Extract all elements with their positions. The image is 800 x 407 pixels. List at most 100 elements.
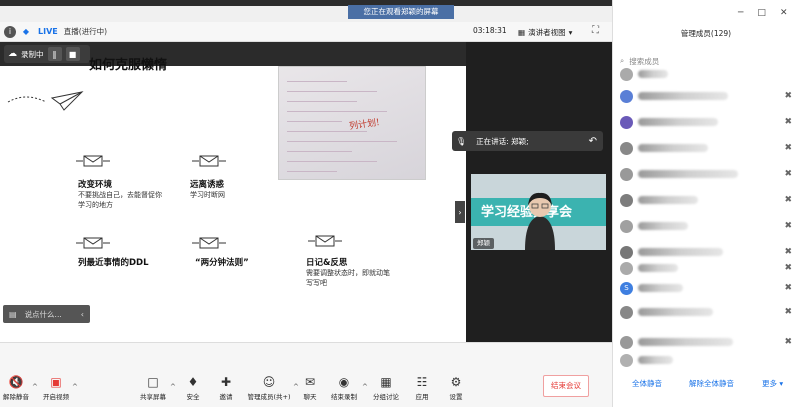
tip-detail: 需要调整状态时，即就动笔写写吧 xyxy=(306,269,390,287)
avatar xyxy=(620,115,633,129)
toolbar-label: 结束录制 xyxy=(331,393,357,401)
avatar xyxy=(620,141,633,155)
participant-row[interactable]: ✖ xyxy=(620,192,792,208)
mic-muted-icon[interactable]: ✖ xyxy=(784,91,792,101)
meeting-timer: 03:18:31 xyxy=(473,26,507,35)
mic-muted-icon[interactable]: ✖ xyxy=(784,263,792,273)
envelope-icon xyxy=(76,155,110,167)
active-speaker-bar: 🎙 正在讲话: 郑颖; ↶ xyxy=(452,131,603,151)
invite-button[interactable]: ✚ 邀请 xyxy=(206,375,246,401)
stop-recording-toolbar-button[interactable]: ◉ 结束录制 xyxy=(324,375,364,401)
participant-row[interactable] xyxy=(620,352,792,368)
paper-plane-icon xyxy=(7,91,84,111)
participants-title: 管理成员(129) xyxy=(680,29,732,38)
mute-all-button[interactable]: 全体静音 xyxy=(632,378,662,389)
start-video-button[interactable]: ▣ 开启视频 xyxy=(36,375,76,401)
participant-row[interactable]: ✖ xyxy=(620,218,792,234)
return-arrow-icon[interactable]: ↶ xyxy=(589,136,597,147)
avatar xyxy=(620,335,633,349)
mic-muted-icon[interactable]: ✖ xyxy=(784,283,792,293)
chat-input[interactable]: ▤ 说点什么... ‹ xyxy=(3,305,90,323)
unmute-all-button[interactable]: 解除全体静音 xyxy=(689,378,734,389)
stop-recording-button[interactable]: ■ xyxy=(65,47,80,61)
toolbar-label: 应用 xyxy=(415,393,429,401)
participant-row[interactable]: ✖ xyxy=(620,304,792,320)
search-placeholder: 搜索成员 xyxy=(629,56,660,66)
info-icon[interactable]: i xyxy=(4,25,16,38)
view-mode-button[interactable]: ▦ 演讲者视图 ▾ xyxy=(518,25,572,39)
chat-bubble-icon: ▤ xyxy=(9,309,17,319)
mic-muted-icon[interactable]: ✖ xyxy=(784,247,792,257)
grid-icon: ▦ xyxy=(518,27,526,37)
blurred-name xyxy=(638,170,738,178)
blurred-name xyxy=(638,118,718,126)
mic-muted-icon[interactable]: ✖ xyxy=(784,169,792,179)
tip-heading: 列最近事情的DDL xyxy=(78,258,149,268)
notebook-note: 列计划! xyxy=(348,117,381,133)
settings-button[interactable]: ⚙ 设置 xyxy=(436,375,476,401)
blurred-name xyxy=(638,356,673,364)
unmute-button[interactable]: 🔇 解除静音 xyxy=(0,375,36,401)
blurred-name xyxy=(638,70,668,78)
mic-muted-icon[interactable]: ✖ xyxy=(784,221,792,231)
live-badge[interactable]: LIVE xyxy=(38,27,58,36)
pause-recording-button[interactable]: ‖ xyxy=(47,47,62,61)
end-meeting-button[interactable]: 结束会议 xyxy=(543,375,589,397)
chevron-left-icon[interactable]: ‹ xyxy=(81,310,84,319)
participant-row[interactable]: ✖ xyxy=(620,88,792,104)
tip-detail: 不要挑战自己，去能督促你学习的地方 xyxy=(78,191,162,209)
invite-icon: ✚ xyxy=(220,375,232,389)
participant-row[interactable]: ✖ xyxy=(620,260,792,276)
avatar xyxy=(620,193,633,207)
video-off-icon: ▣ xyxy=(50,375,62,389)
mic-muted-icon[interactable]: ✖ xyxy=(784,337,792,347)
chevron-up-icon[interactable]: ^ xyxy=(72,383,78,391)
mic-muted-icon[interactable]: ✖ xyxy=(784,117,792,127)
stop-record-icon: ◉ xyxy=(338,375,350,389)
share-screen-button[interactable]: □ 共享屏幕 xyxy=(133,375,173,401)
blurred-name xyxy=(638,222,688,230)
fullscreen-icon[interactable]: ⛶ xyxy=(592,25,599,36)
avatar xyxy=(620,261,633,275)
security-shield-icon[interactable]: ◆ xyxy=(20,26,32,38)
active-speaker-label: 正在讲话: 郑颖; xyxy=(476,136,529,146)
cloud-icon: ☁ xyxy=(8,49,17,59)
participant-row[interactable]: ✖ xyxy=(620,114,792,130)
collapse-video-button[interactable]: › xyxy=(455,201,465,223)
more-label: 更多 xyxy=(762,378,777,388)
mic-muted-icon[interactable]: ✖ xyxy=(784,307,792,317)
maximize-icon[interactable]: □ xyxy=(757,8,766,18)
mic-muted-icon[interactable]: ✖ xyxy=(784,143,792,153)
members-icon: ☺ xyxy=(262,375,276,389)
tip-change-environment: 改变环境 不要挑战自己，去能督促你学习的地方 xyxy=(78,178,168,210)
chevron-down-icon: ▾ xyxy=(568,27,573,37)
chat-placeholder: 说点什么... xyxy=(24,309,62,319)
minimize-icon[interactable]: ─ xyxy=(738,8,743,18)
blurred-name xyxy=(638,338,733,346)
envelope-icon xyxy=(76,237,110,249)
window-controls: ─ □ ✕ xyxy=(738,8,787,18)
toolbar-label: 设置 xyxy=(449,393,463,401)
speaker-name-tag: 郑颖 xyxy=(473,238,494,249)
blurred-name xyxy=(638,196,698,204)
speaker-video-tile[interactable]: 学习经验分享会 郑颖 xyxy=(471,174,606,250)
toolbar-label: 开启视频 xyxy=(43,393,69,401)
more-button[interactable]: 更多 ▾ xyxy=(762,378,783,389)
speaker-figure xyxy=(525,192,555,250)
participant-row[interactable]: ✖ xyxy=(620,334,792,350)
screen-share-banner[interactable]: 您正在观看郑颖的屏幕 xyxy=(348,5,454,19)
slide-title: 如何克服懒惰 xyxy=(89,58,168,73)
avatar xyxy=(620,305,633,319)
close-icon[interactable]: ✕ xyxy=(780,8,788,18)
participant-row[interactable]: ✖ xyxy=(620,166,792,182)
participant-row[interactable]: ✖ xyxy=(620,140,792,156)
tip-heading: 改变环境 xyxy=(78,180,113,190)
participant-row[interactable]: S ✖ xyxy=(620,280,792,296)
participant-row[interactable]: ✖ xyxy=(620,244,792,260)
toolbar-label: 管理成员(共+) xyxy=(247,393,291,401)
gear-icon: ⚙ xyxy=(450,375,462,389)
mic-muted-icon[interactable]: ✖ xyxy=(784,195,792,205)
breakout-rooms-button[interactable]: ▦ 分组讨论 xyxy=(366,375,406,401)
participant-row[interactable] xyxy=(620,66,792,82)
manage-members-button[interactable]: ☺ 管理成员(共+) xyxy=(245,375,293,401)
